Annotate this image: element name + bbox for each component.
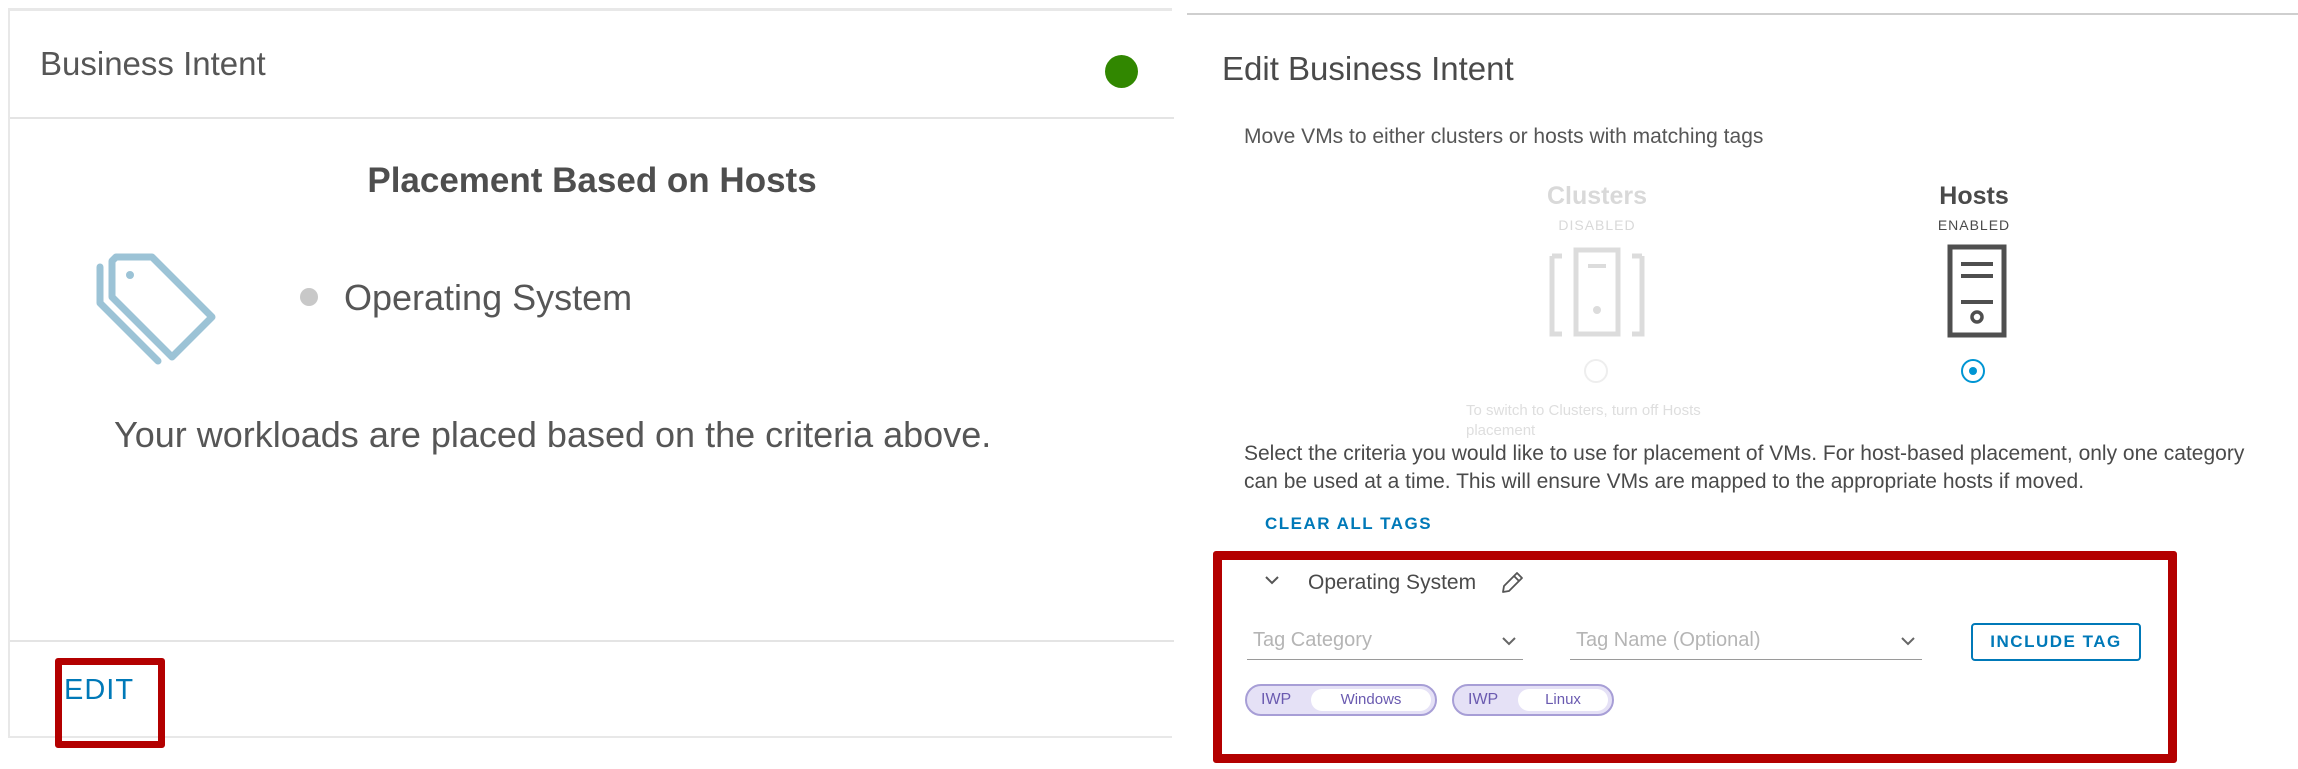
card-title: Business Intent bbox=[40, 45, 266, 82]
panel-top-border bbox=[1187, 13, 2298, 15]
cluster-icon bbox=[1549, 247, 1645, 337]
criteria-bullet bbox=[300, 288, 318, 306]
tag-name-select[interactable]: Tag Name (Optional) bbox=[1570, 625, 1922, 660]
criteria-instructions: Select the criteria you would like to us… bbox=[1244, 442, 2245, 493]
panel-title: Edit Business Intent bbox=[1222, 50, 1514, 87]
server-icon bbox=[1947, 244, 2007, 338]
placement-description: Your workloads are placed based on the c… bbox=[114, 414, 992, 455]
status-indicator bbox=[1105, 55, 1138, 88]
business-intent-card: Business Intent Placement Based on Hosts… bbox=[8, 8, 1174, 738]
tag-name-placeholder: Tag Name (Optional) bbox=[1576, 629, 1761, 651]
card-footer bbox=[10, 640, 1174, 642]
hosts-option: Hosts ENABLED bbox=[1864, 182, 2084, 233]
chevron-down-icon bbox=[1901, 637, 1915, 646]
tag-category-placeholder: Tag Category bbox=[1253, 629, 1372, 651]
placement-title: Placement Based on Hosts bbox=[367, 161, 817, 200]
panel-subtitle: Move VMs to either clusters or hosts wit… bbox=[1244, 125, 1764, 148]
criteria-group-label: Operating System bbox=[1308, 571, 1477, 594]
clear-all-tags-button[interactable]: CLEAR ALL TAGS bbox=[1265, 514, 1432, 534]
include-tag-button[interactable]: INCLUDE TAG bbox=[1971, 623, 2141, 661]
clusters-radio[interactable] bbox=[1584, 359, 1608, 383]
chevron-down-icon[interactable] bbox=[1262, 570, 1282, 590]
tag-icon bbox=[96, 253, 216, 365]
tag-chip-category: IWP bbox=[1468, 691, 1499, 708]
clusters-option-status: DISABLED bbox=[1558, 217, 1636, 233]
clusters-option-label: Clusters bbox=[1546, 182, 1648, 210]
tag-chip-name: Windows bbox=[1311, 689, 1431, 711]
tag-chip[interactable]: IWP Windows bbox=[1245, 684, 1437, 716]
switch-hint: To switch to Clusters, turn off Hosts pl… bbox=[1466, 402, 1701, 439]
card-header: Business Intent bbox=[10, 11, 1174, 119]
hosts-option-label: Hosts bbox=[1939, 182, 2009, 210]
tag-chip[interactable]: IWP Linux bbox=[1452, 684, 1614, 716]
tag-category-select[interactable]: Tag Category bbox=[1247, 625, 1523, 660]
edit-highlight-box bbox=[55, 658, 165, 748]
hosts-option-status: ENABLED bbox=[1937, 217, 2011, 233]
clusters-option: Clusters DISABLED bbox=[1487, 182, 1707, 233]
pencil-icon[interactable] bbox=[1499, 570, 1525, 596]
hosts-radio[interactable] bbox=[1961, 359, 1985, 383]
tag-chip-name: Linux bbox=[1518, 689, 1608, 711]
tag-chip-category: IWP bbox=[1261, 691, 1292, 708]
criteria-item: Operating System bbox=[344, 277, 633, 318]
chevron-down-icon bbox=[1502, 637, 1516, 646]
